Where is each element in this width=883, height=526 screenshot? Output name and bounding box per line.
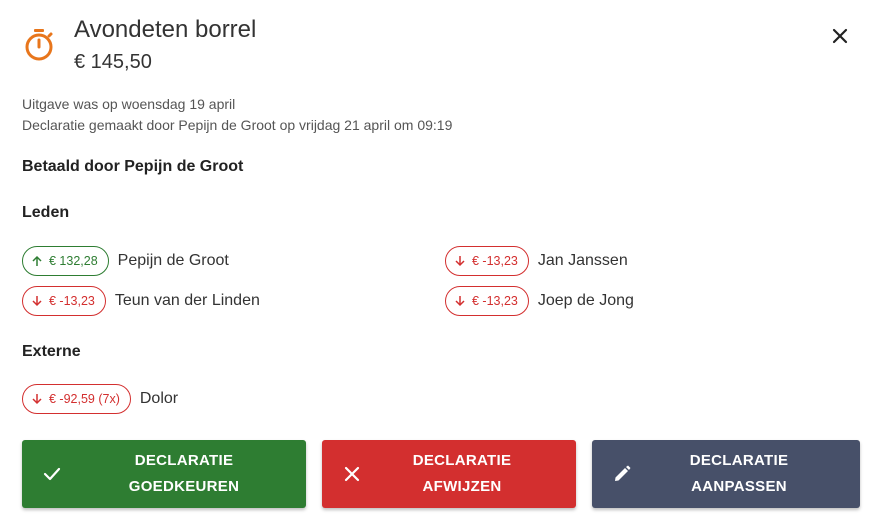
- external-name: Dolor: [139, 390, 179, 407]
- chip-amount: € -13,23: [49, 294, 95, 308]
- arrow-down-icon: [32, 296, 42, 307]
- member-row: € -13,23 Joep de Jong: [445, 286, 634, 316]
- amount-chip: € -13,23: [445, 286, 529, 316]
- member-name: Teun van der Linden: [114, 292, 260, 309]
- member-row: € -13,23 Jan Janssen: [445, 246, 628, 276]
- chip-amount: € -92,59 (7x): [49, 392, 120, 406]
- edit-button-label: DECLARATIE AANPASSEN: [689, 452, 789, 495]
- member-name: Jan Janssen: [537, 252, 628, 269]
- reject-declaration-button[interactable]: DECLARATIE AFWIJZEN: [322, 440, 576, 508]
- member-name: Joep de Jong: [537, 292, 634, 309]
- amount-chip: € -13,23: [445, 246, 529, 276]
- chip-amount: € -13,23: [472, 294, 518, 308]
- paid-by-heading: Betaald door Pepijn de Groot: [22, 158, 244, 175]
- member-row: € 132,28 Pepijn de Groot: [22, 246, 229, 276]
- close-icon: [344, 466, 360, 482]
- arrow-down-icon: [32, 394, 42, 405]
- arrow-down-icon: [455, 256, 465, 267]
- externals-heading: Externe: [22, 343, 81, 360]
- member-row: € -13,23 Teun van der Linden: [22, 286, 260, 316]
- chip-amount: € -13,23: [472, 254, 518, 268]
- arrow-down-icon: [455, 296, 465, 307]
- members-heading: Leden: [22, 204, 70, 221]
- declaration-info-text: Declaratie gemaakt door Pepijn de Groot …: [22, 117, 453, 133]
- approve-button-label: DECLARATIE GOEDKEUREN: [128, 452, 240, 495]
- external-row: € -92,59 (7x) Dolor: [22, 384, 178, 414]
- member-name: Pepijn de Groot: [117, 252, 229, 269]
- close-icon: [832, 28, 848, 44]
- expense-date-text: Uitgave was op woensdag 19 april: [22, 96, 236, 112]
- amount-chip: € -13,23: [22, 286, 106, 316]
- pencil-icon: [615, 465, 631, 481]
- check-icon: [43, 467, 61, 481]
- approve-declaration-button[interactable]: DECLARATIE GOEDKEUREN: [22, 440, 306, 508]
- amount-chip: € -92,59 (7x): [22, 384, 131, 414]
- page-title: Avondeten borrel: [74, 16, 257, 43]
- arrow-up-icon: [32, 255, 42, 266]
- chip-amount: € 132,28: [49, 254, 98, 268]
- total-amount: € 145,50: [74, 51, 152, 73]
- amount-chip: € 132,28: [22, 246, 109, 276]
- stopwatch-icon: [24, 28, 54, 62]
- close-button[interactable]: [826, 22, 854, 50]
- edit-declaration-button[interactable]: DECLARATIE AANPASSEN: [592, 440, 860, 508]
